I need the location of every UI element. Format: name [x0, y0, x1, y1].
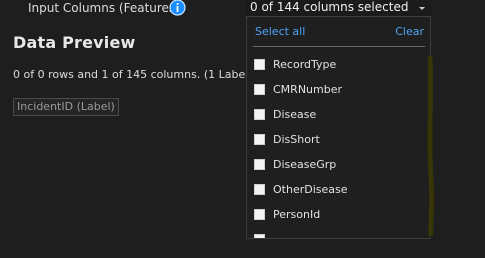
dropdown-header: Select all Clear: [247, 17, 430, 47]
info-icon[interactable]: [169, 0, 186, 16]
column-option-recordtype[interactable]: RecordType: [247, 53, 430, 78]
dropdown-divider: [253, 46, 425, 47]
column-option-label: Disease: [273, 108, 317, 121]
column-list: RecordType CMRNumber Disease DisShort Di…: [247, 53, 430, 238]
checkbox[interactable]: [254, 59, 265, 70]
checkbox[interactable]: [254, 234, 265, 238]
input-columns-label: Input Columns (Features):: [28, 1, 184, 15]
checkbox[interactable]: [254, 184, 265, 195]
column-option-cmrnumber[interactable]: CMRNumber: [247, 78, 430, 103]
column-option-label: CMRNumber: [273, 83, 343, 96]
select-all-link[interactable]: Select all: [255, 25, 305, 38]
data-preview-panel: Input Columns (Features): 0 of 144 colum…: [0, 0, 485, 258]
column-option-label: OtherDisease: [273, 183, 348, 196]
column-option-personid[interactable]: PersonId: [247, 203, 430, 228]
chevron-down-icon[interactable]: [419, 7, 425, 10]
columns-select-value: 0 of 144 columns selected: [250, 0, 409, 14]
checkbox[interactable]: [254, 159, 265, 170]
checkbox[interactable]: [254, 84, 265, 95]
column-option-partial[interactable]: [247, 228, 430, 238]
columns-dropdown: Select all Clear RecordType CMRNumber Di…: [246, 17, 431, 239]
page-title: Data Preview: [13, 33, 136, 52]
column-option-label: DisShort: [273, 133, 320, 146]
column-header-chip: IncidentID (Label): [13, 98, 119, 116]
column-option-otherdisease[interactable]: OtherDisease: [247, 178, 430, 203]
checkbox[interactable]: [254, 134, 265, 145]
checkbox[interactable]: [254, 109, 265, 120]
column-option-diseasegrp[interactable]: DiseaseGrp: [247, 153, 430, 178]
columns-select[interactable]: 0 of 144 columns selected: [246, 0, 431, 17]
checkbox[interactable]: [254, 209, 265, 220]
column-option-label: DiseaseGrp: [273, 158, 337, 171]
column-option-disshort[interactable]: DisShort: [247, 128, 430, 153]
column-option-label: RecordType: [273, 58, 337, 71]
preview-summary: 0 of 0 rows and 1 of 145 columns. (1 Lab…: [13, 68, 246, 81]
column-option-label: PersonId: [273, 208, 321, 221]
column-option-disease[interactable]: Disease: [247, 103, 430, 128]
clear-link[interactable]: Clear: [395, 25, 424, 38]
